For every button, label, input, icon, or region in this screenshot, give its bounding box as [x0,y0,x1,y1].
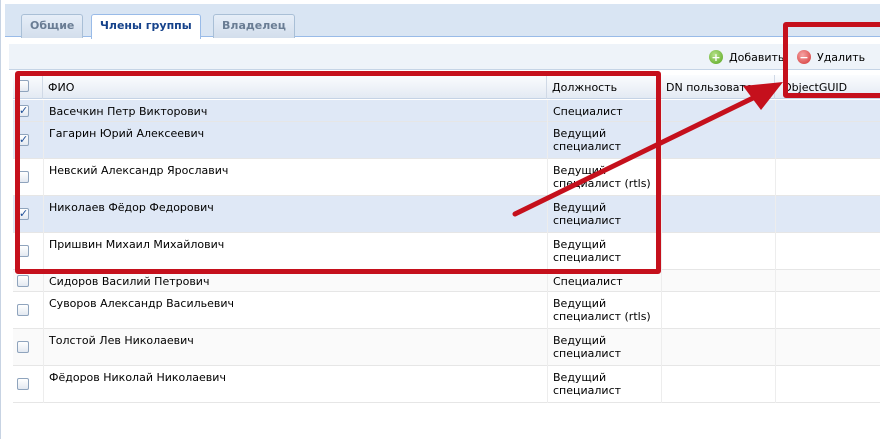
group-properties-window: Общие Члены группы Владелец + Добавить −… [0,0,880,439]
annotation-arrow [512,82,783,217]
